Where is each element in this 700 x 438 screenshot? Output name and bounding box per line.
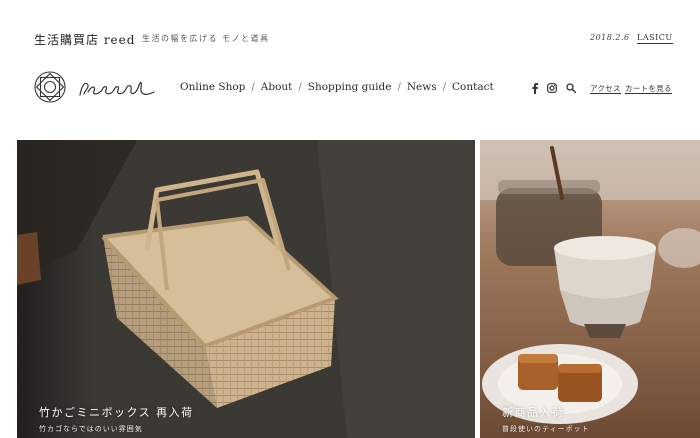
logo-mark-icon[interactable] [33, 70, 67, 104]
side-feature[interactable]: 新商品入荷 普段使いのティーポット [480, 140, 700, 438]
side-title: 新商品入荷 [502, 406, 565, 419]
hero-feature[interactable]: 竹かごミニボックス 再入荷 竹カゴならではのいい雰囲気 [17, 140, 475, 438]
lasicu-link[interactable]: LASICU [637, 33, 673, 44]
instagram-icon[interactable] [546, 81, 558, 95]
search-icon[interactable] [565, 81, 576, 95]
facebook-icon[interactable] [531, 81, 539, 95]
bamboo-basket-image [17, 140, 475, 438]
site-header: Online Shop / About / Shopping guide / N… [0, 60, 700, 124]
view-cart-link[interactable]: カートを見る [625, 84, 672, 94]
nav-news[interactable]: News [407, 81, 437, 93]
nav-separator: / [397, 81, 401, 93]
shop-tagline: 生活の幅を広げる モノと道具 [142, 34, 270, 43]
nav-separator: / [298, 81, 302, 93]
hero-subtitle: 竹カゴならではのいい雰囲気 [39, 425, 143, 433]
main-nav: Online Shop / About / Shopping guide / N… [180, 81, 494, 93]
nav-separator: / [251, 81, 255, 93]
top-bar: 生活購買店 reed 生活の幅を広げる モノと道具 2018.2.6 LASIC… [0, 0, 700, 60]
date-text: 2018.2.6 [590, 33, 630, 42]
tea-set-image [480, 140, 700, 438]
nav-about[interactable]: About [261, 81, 293, 93]
nav-separator: / [442, 81, 446, 93]
side-subtitle: 普段使いのティーポット [502, 425, 590, 433]
hero-title: 竹かごミニボックス 再入荷 [39, 406, 194, 419]
reed-script-logo[interactable] [76, 76, 158, 100]
nav-contact[interactable]: Contact [452, 81, 494, 93]
shop-name: 生活購買店 reed [34, 33, 136, 47]
access-link[interactable]: アクセス [590, 84, 621, 94]
nav-shopping-guide[interactable]: Shopping guide [308, 81, 392, 93]
nav-online-shop[interactable]: Online Shop [180, 81, 245, 93]
